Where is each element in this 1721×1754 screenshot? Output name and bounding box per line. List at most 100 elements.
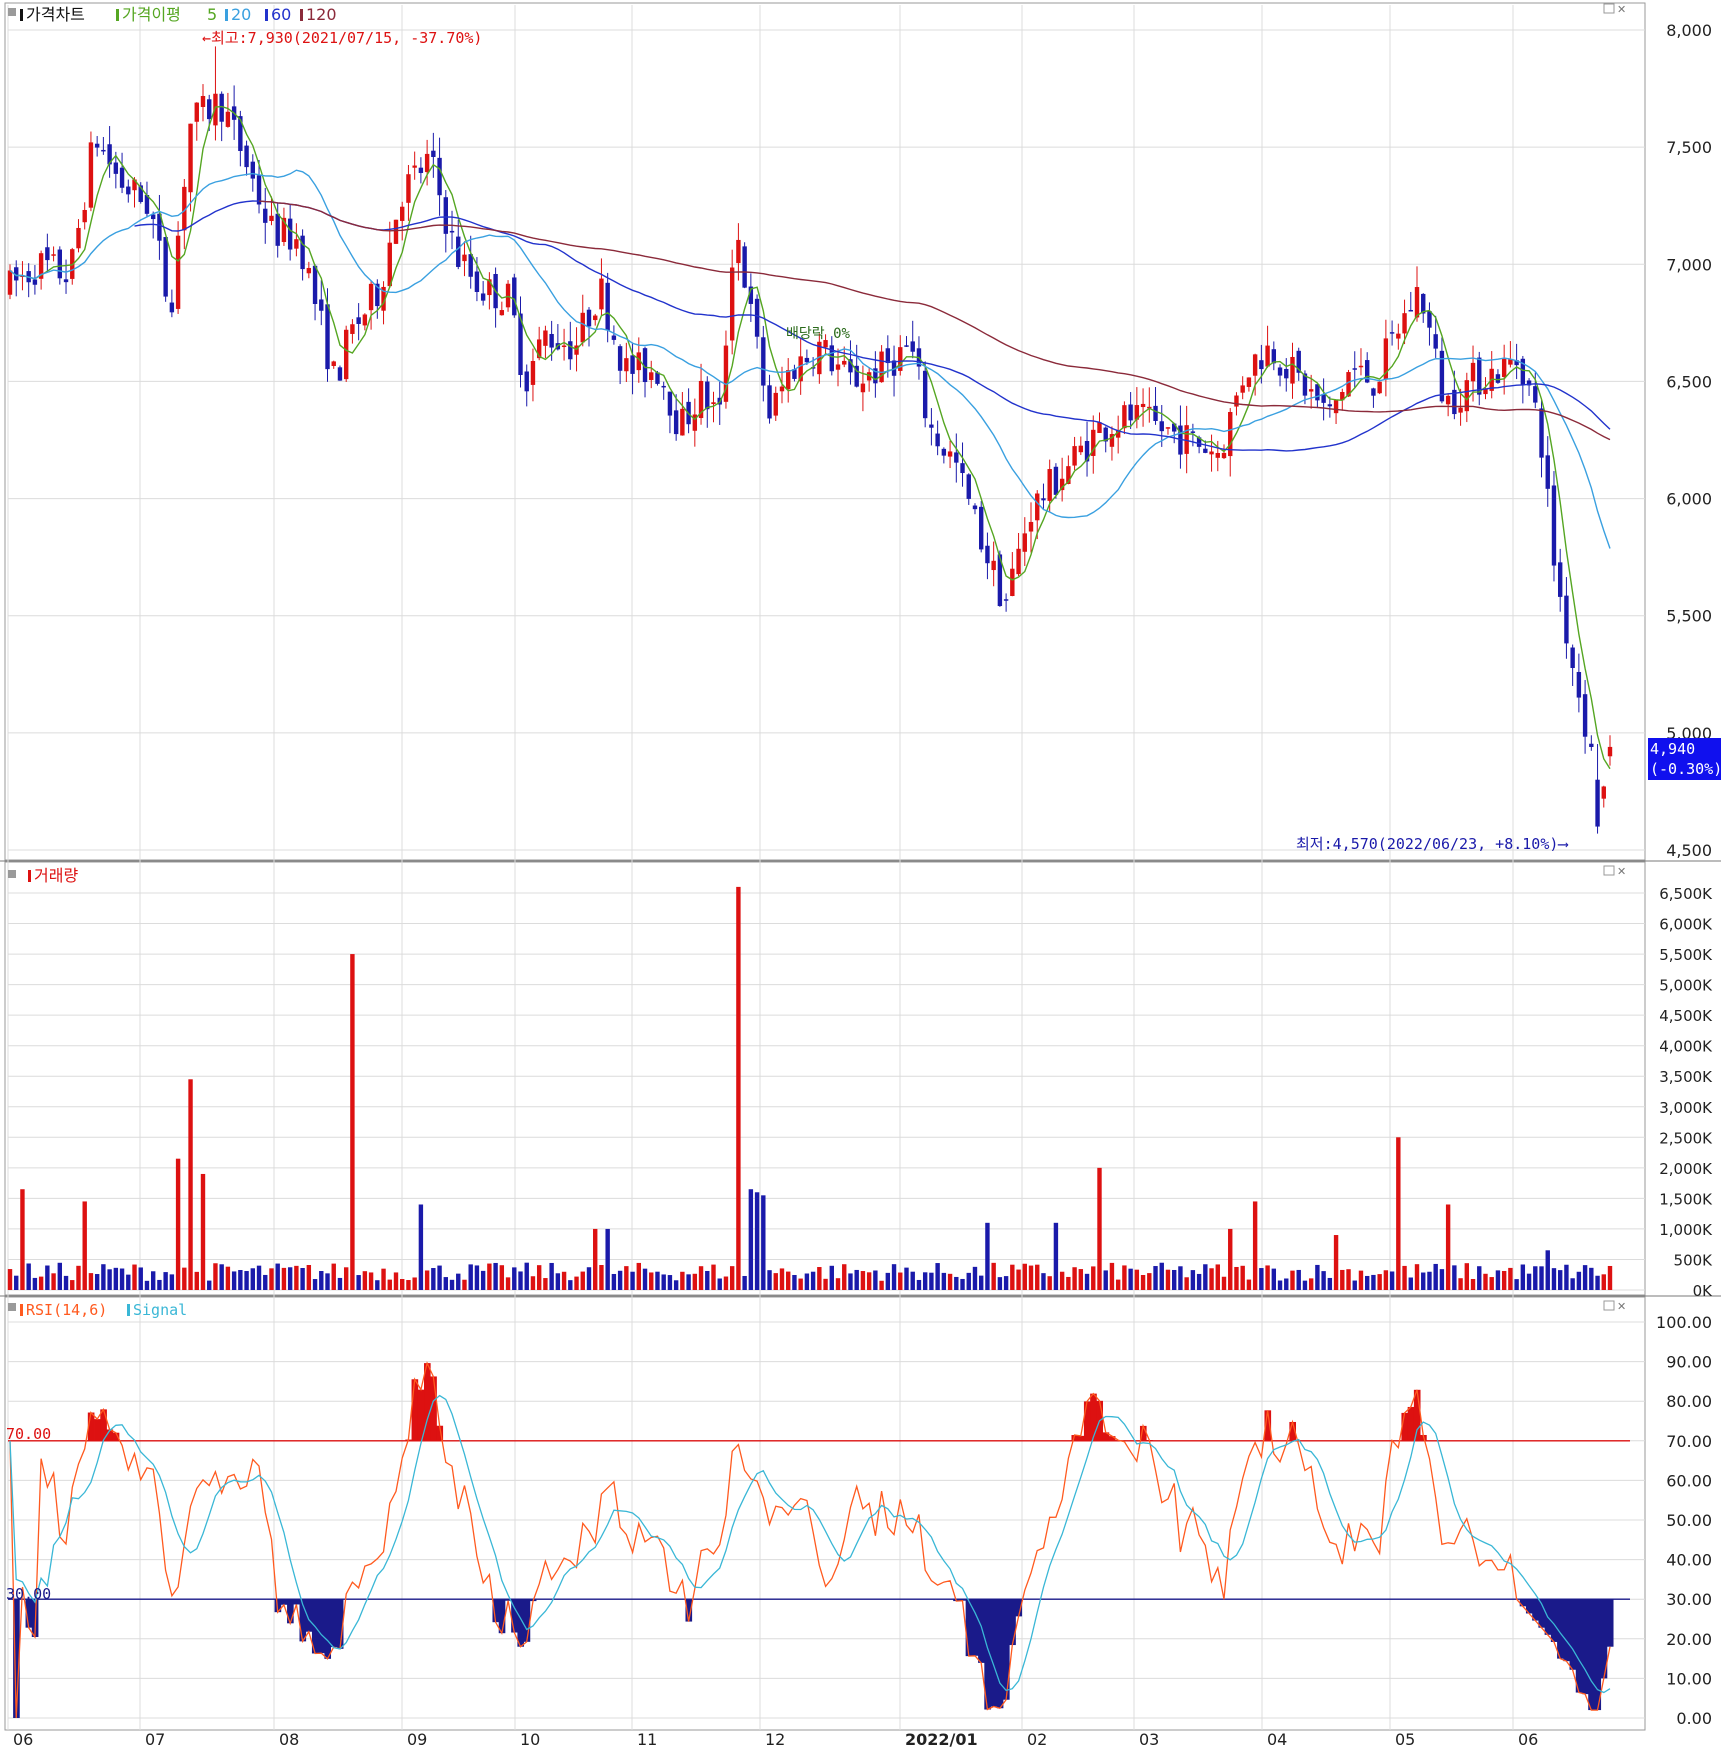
volume-bar [1421,1273,1425,1290]
volume-bar [1514,1279,1518,1290]
volume-bar [1496,1270,1500,1290]
volume-bar [107,1269,111,1290]
volume-bar [1564,1265,1568,1290]
volume-bar [188,1079,192,1290]
volume-bar [1359,1271,1363,1290]
candle-body [51,254,55,256]
volume-bar [1577,1272,1581,1290]
rsi-series [8,1363,1630,1718]
candle-body [954,452,958,462]
volume-bar [836,1278,840,1290]
volume-bar [369,1272,373,1290]
price-y-tick: 6,500 [1666,372,1712,391]
candle-body [605,283,609,331]
volume-bar [294,1266,298,1290]
volume-bar [1278,1280,1282,1290]
volume-bar [1029,1266,1033,1290]
volume-bar [157,1280,161,1290]
volume-bar [1178,1266,1182,1290]
volume-bar [904,1268,908,1290]
volume-bar [1409,1278,1413,1290]
volume-bar [1608,1266,1612,1290]
candle-body [201,96,205,107]
volume-bar [114,1268,118,1290]
rsi-lower-label: 30.00 [6,1585,51,1603]
volume-bar [1346,1269,1350,1290]
volume-bar [83,1201,87,1290]
volume-bar [1589,1268,1593,1290]
volume-bar [406,1280,410,1290]
candle-body [960,463,964,473]
volume-bar [1284,1278,1288,1290]
candle-body [649,372,653,380]
candle-body [45,247,49,260]
volume-bar [661,1274,665,1290]
ma60-legend: 60 [271,5,291,24]
rsi-y-tick: 70.00 [1666,1432,1712,1451]
volume-bar [1508,1268,1512,1290]
candle-body [325,304,329,369]
minimize-icon[interactable] [1604,866,1614,875]
candle-body [967,474,971,499]
candle-body [985,546,989,563]
close-icon[interactable]: ✕ [1617,865,1626,878]
candle-body [1128,405,1132,421]
volume-y-tick: 4,000K [1659,1038,1713,1056]
volume-bar [1353,1281,1357,1290]
candle-body [991,561,995,570]
rsi-y-tick: 90.00 [1666,1353,1712,1372]
volume-bar [1060,1272,1064,1290]
candle-body [64,279,68,282]
volume-bar [817,1267,821,1290]
candle-body [437,158,441,195]
close-icon[interactable]: ✕ [1617,1300,1626,1313]
candle-body [1533,386,1537,402]
candle-body [338,367,342,380]
volume-bar [1377,1274,1381,1290]
volume-bar [967,1273,971,1290]
volume-bar [649,1272,653,1290]
volume-bar [1340,1270,1344,1290]
volume-bar [954,1277,958,1290]
candle-body [674,410,678,434]
candle-body [1122,405,1126,428]
x-axis-label: 2022/01 [905,1730,978,1749]
volume-panel-buttons: ✕ [1604,865,1626,878]
volume-bar [699,1266,703,1290]
candle-body [1583,694,1587,737]
rsi-legend-title: RSI(14,6) [26,1301,107,1319]
ma5-line [10,107,1610,769]
volume-bar [1558,1270,1562,1290]
volume-bar [892,1264,896,1290]
volume-y-tick: 3,500K [1659,1068,1713,1086]
minimize-icon[interactable] [1604,4,1614,13]
volume-y-tick: 3,000K [1659,1099,1713,1117]
ma60-line [135,201,1611,451]
candle-body [543,330,547,345]
volume-bar [556,1273,560,1290]
panel-menu-icon[interactable] [8,1303,16,1311]
candle-body [406,174,410,203]
volume-bar [1004,1276,1008,1290]
candle-body [1272,349,1276,363]
panel-menu-icon[interactable] [8,870,16,878]
panel-menu-icon[interactable] [8,8,16,16]
minimize-icon[interactable] [1604,1301,1614,1310]
volume-bar [8,1269,12,1290]
rsi-oversold-fill [1588,1599,1595,1710]
candle-body [1377,382,1381,393]
close-icon[interactable]: ✕ [1617,3,1626,16]
candle-body [400,207,404,221]
volume-bar [1172,1270,1176,1290]
candle-body [1421,294,1425,314]
rsi-legend: RSI(14,6) Signal [8,1301,187,1319]
volume-bar [1066,1277,1070,1290]
volume-bar [842,1264,846,1290]
volume-bar [20,1189,24,1290]
candle-body [562,346,566,348]
candle-body [1539,408,1543,457]
volume-bar [786,1272,790,1290]
candle-body [761,337,765,385]
candle-body [1577,672,1581,698]
price-y-tick: 7,500 [1666,138,1712,157]
